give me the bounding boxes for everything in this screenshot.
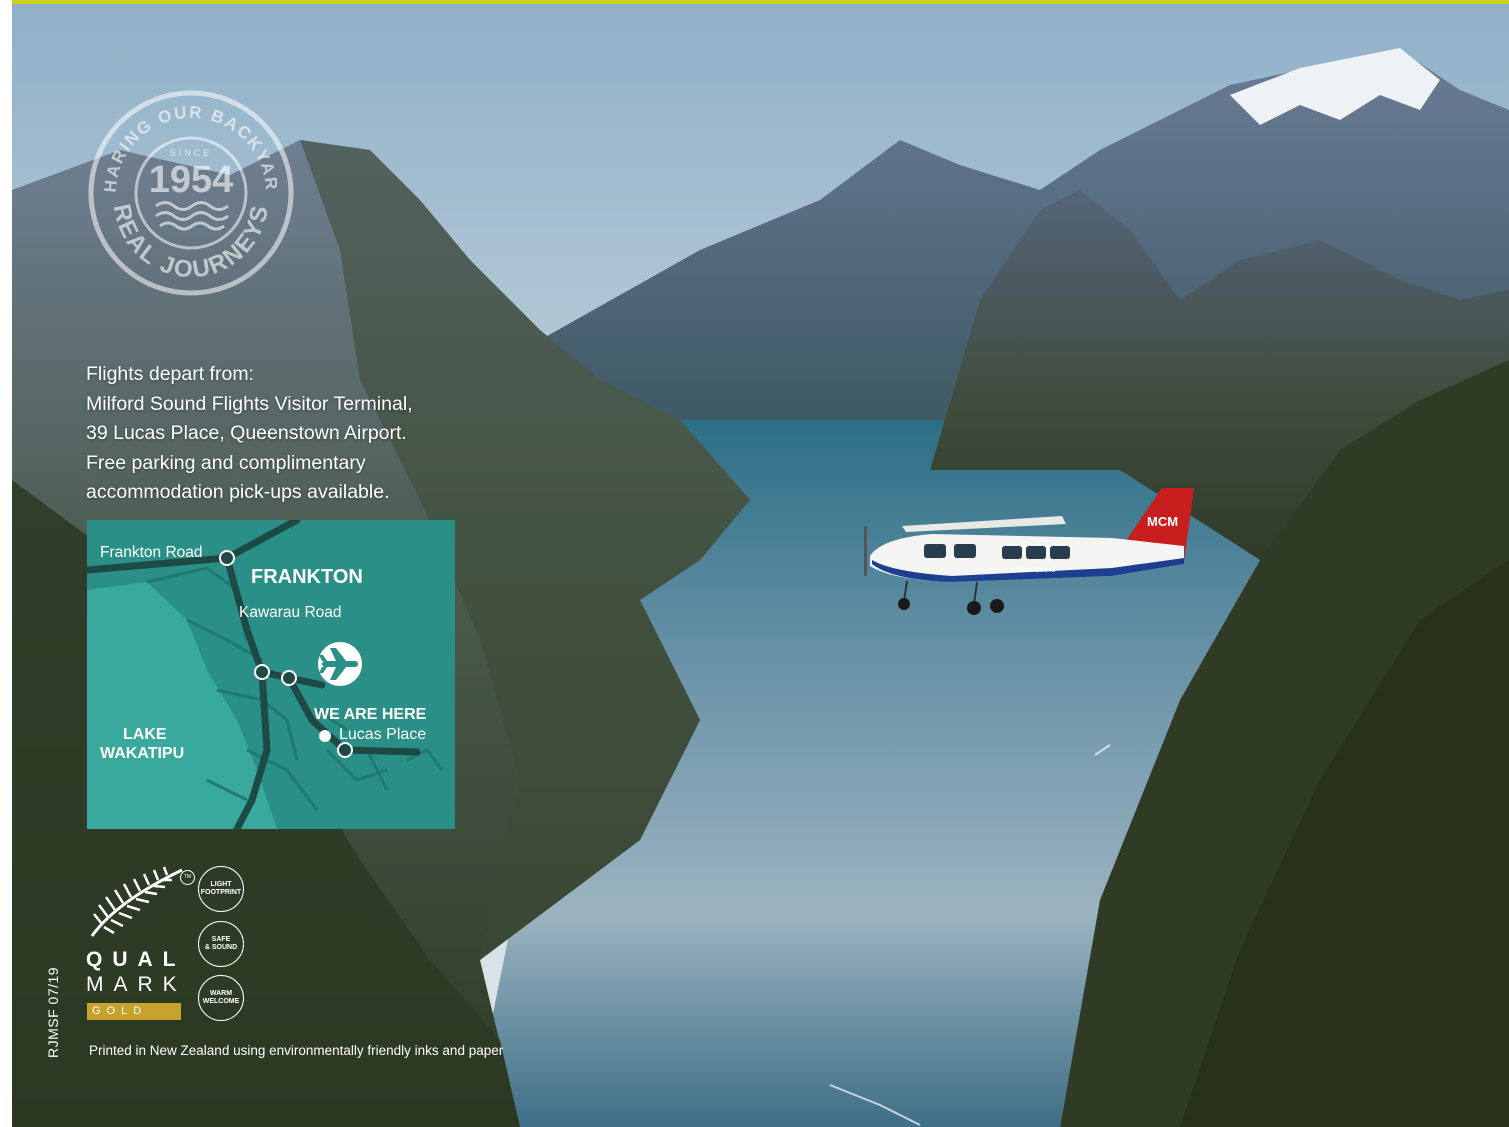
left-margin	[0, 0, 12, 1127]
frankton-label: FRANKTON	[251, 566, 363, 588]
plane-image: Milford Sound MCM	[864, 488, 1194, 615]
we-are-here-label: WE ARE HERE	[314, 706, 427, 723]
departure-line: 39 Lucas Place, Queenstown Airport.	[86, 422, 407, 444]
departure-info: Flights depart from: Milford Sound Fligh…	[86, 360, 506, 508]
print-code: RJMSF 07/19	[45, 966, 61, 1058]
plane-wing	[902, 516, 1066, 532]
brochure-page: Milford Sound MCM SHARING OUR BACKYARD R…	[0, 0, 1509, 1127]
lucas-place-label: Lucas Place	[339, 726, 427, 743]
trademark-mark: TM	[180, 870, 195, 885]
accent-bar	[0, 0, 1509, 4]
heritage-stamp: SHARING OUR BACKYARD REAL JOURNEYS SINCE…	[86, 88, 294, 296]
badge-line: FOOTPRINT	[200, 889, 242, 896]
badge-line: LIGHT	[210, 881, 232, 888]
light-footprint-badge: LIGHT FOOTPRINT	[198, 866, 244, 912]
printed-note: Printed in New Zealand using environment…	[89, 1043, 504, 1058]
departure-line: accommodation pick-ups available.	[86, 481, 390, 503]
waves-icon	[155, 201, 229, 231]
warm-welcome-badge: WARM WELCOME	[198, 975, 244, 1021]
badge-line: SAFE	[211, 936, 231, 943]
stamp-since: SINCE	[170, 148, 213, 158]
frankton-road-label: Frankton Road	[100, 544, 203, 561]
plane-tail-code: MCM	[1147, 514, 1178, 529]
badge-line: & SOUND	[204, 944, 238, 951]
lake-label-line2: WAKATIPU	[100, 745, 185, 762]
kawarau-road-label: Kawarau Road	[239, 604, 342, 621]
qualmark-line1: QUAL	[86, 948, 186, 971]
departure-line: Milford Sound Flights Visitor Terminal,	[86, 392, 413, 415]
qualmark-logo: TM QUAL MARK GOLD LIGHT FOOTPRINT SAFE & S…	[86, 862, 256, 1022]
stamp-year: 1954	[149, 159, 234, 201]
qualmark-line2: MARK	[86, 973, 187, 996]
qualmark-tier: GOLD	[87, 1003, 181, 1020]
badge-line: WELCOME	[202, 998, 240, 1005]
departure-line: Flights depart from:	[86, 363, 254, 385]
lucas-place-marker	[319, 730, 331, 742]
safe-sound-badge: SAFE & SOUND	[198, 921, 244, 967]
silver-fern-icon	[90, 866, 183, 937]
location-map: Frankton Road FRANKTON Kawarau Road WE A…	[87, 520, 455, 829]
plane-fuselage-text: Milford Sound	[1012, 567, 1055, 574]
departure-line: Free parking and complimentary	[86, 451, 366, 474]
badge-line: WARM	[209, 990, 233, 997]
lake-label-line1: LAKE	[123, 726, 167, 743]
